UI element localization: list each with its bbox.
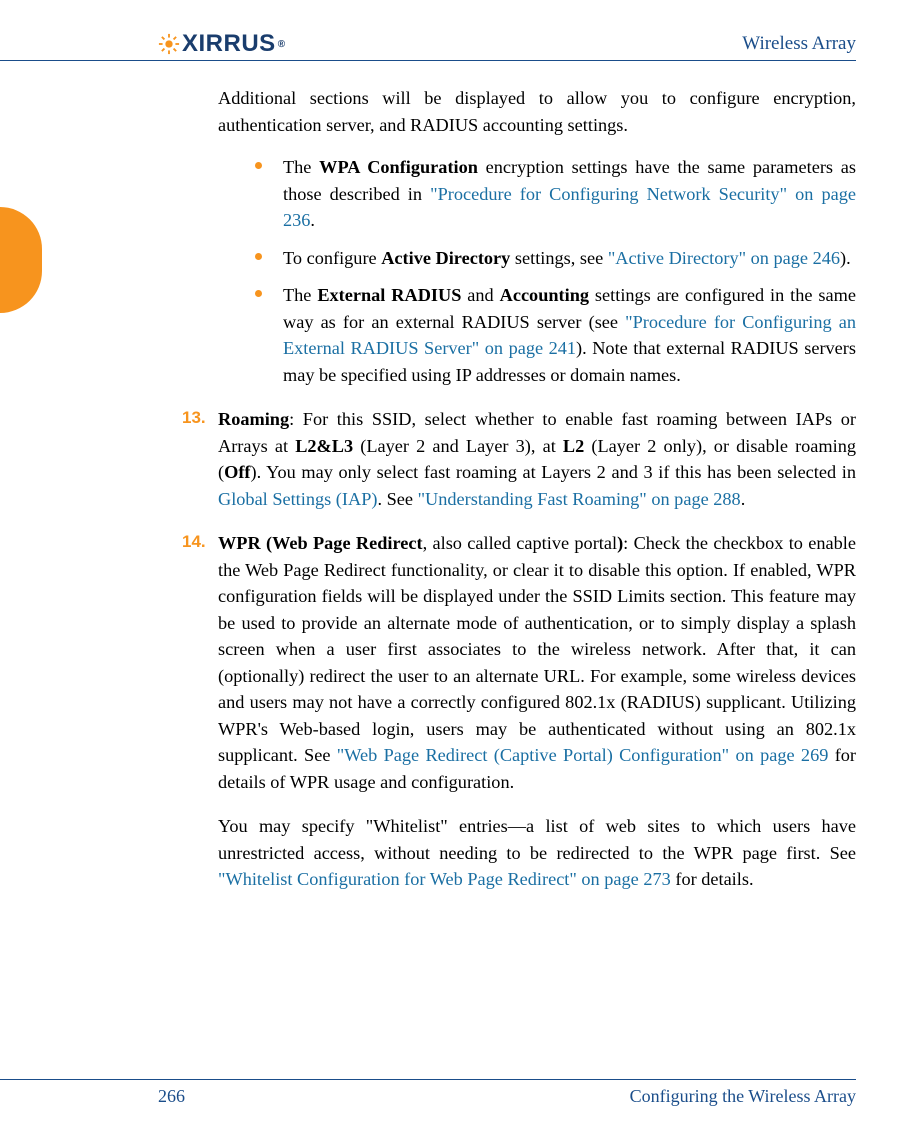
footer-section: Configuring the Wireless Array (630, 1086, 856, 1107)
item-number: 14. (182, 530, 206, 555)
list-item: To configure Active Directory settings, … (255, 245, 856, 272)
numbered-item: 14. WPR (Web Page Redirect, also called … (218, 530, 856, 893)
brand-logo: XIRRUS® (158, 30, 286, 58)
item-number: 13. (182, 406, 206, 431)
logo-text: XIRRUS (182, 30, 276, 58)
bullet-icon (255, 253, 262, 260)
list-item: The WPA Configuration encryption setting… (255, 154, 856, 234)
numbered-item: 13. Roaming: For this SSID, select wheth… (218, 406, 856, 512)
cross-ref-link[interactable]: "Active Directory" on page 246 (608, 248, 840, 268)
intro-text: Additional sections will be displayed to… (218, 85, 856, 138)
page-number: 266 (158, 1086, 185, 1107)
cross-ref-link[interactable]: "Web Page Redirect (Captive Portal) Conf… (337, 745, 829, 765)
cross-ref-link[interactable]: Global Settings (IAP) (218, 489, 377, 509)
page-content: Additional sections will be displayed to… (218, 85, 856, 893)
paragraph: You may specify "Whitelist" entries—a li… (218, 813, 856, 893)
cross-ref-link[interactable]: "Whitelist Configuration for Web Page Re… (218, 869, 671, 889)
bullet-icon (255, 162, 262, 169)
header-title: Wireless Array (742, 33, 856, 55)
sub-list: The WPA Configuration encryption setting… (255, 154, 856, 388)
side-tab (0, 207, 42, 313)
page-header: XIRRUS® Wireless Array (0, 30, 856, 61)
logo-registered: ® (278, 39, 286, 50)
bullet-icon (255, 290, 262, 297)
page-footer: 266 Configuring the Wireless Array (0, 1079, 856, 1107)
list-item: The External RADIUS and Accounting setti… (255, 282, 856, 388)
sun-icon (158, 33, 180, 55)
cross-ref-link[interactable]: "Understanding Fast Roaming" on page 288 (418, 489, 741, 509)
